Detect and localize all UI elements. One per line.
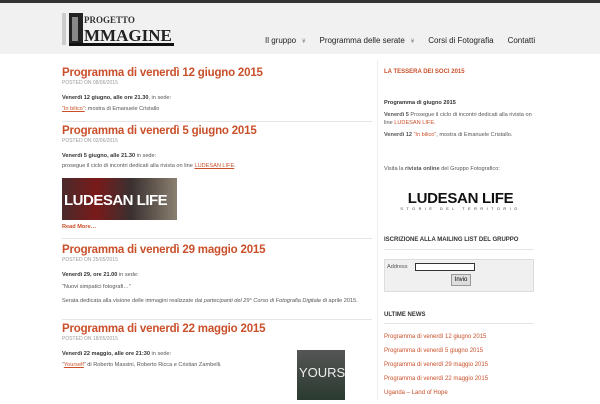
nav-il-gruppo[interactable]: Il gruppo ¥: [265, 36, 305, 45]
ludesan-life-image[interactable]: LUDESAN LIFE: [62, 178, 177, 220]
news-item[interactable]: Uganda – Land of Hope: [384, 390, 488, 404]
divider: [62, 121, 372, 122]
program-title: Programma di giugno 2015: [384, 100, 456, 106]
post: Programma di venerdì 29 maggio 2015 POST…: [62, 244, 372, 307]
nav-programma[interactable]: Programma delle serate ¥: [319, 36, 414, 45]
submit-button[interactable]: Invio: [451, 274, 471, 286]
post-text: Serata dedicata alla visione delle immag…: [62, 298, 358, 304]
post-text: Venerdì 5 giugno, alle 21.30 in sede:: [62, 153, 157, 159]
chevron-down-icon: ¥: [410, 39, 415, 45]
mailing-form: Address Invio: [384, 259, 534, 292]
post: Programma di venerdì 12 giugno 2015 POST…: [62, 67, 372, 113]
main-nav: Il gruppo ¥ Programma delle serate ¥ Corsi…: [265, 36, 549, 45]
nav-contatti[interactable]: Contatti: [508, 36, 536, 45]
header: PROGETTO MMAGINE Il gruppo ¥ Programma de…: [0, 3, 600, 54]
logo-text: LUDESAN LIFE: [407, 190, 514, 207]
post-link[interactable]: “In bilico”: [62, 106, 85, 112]
post-text: Venerdì 29, ore 21.00 in sede:: [62, 272, 139, 278]
widget-title-mailing: ISCRIZIONE ALLA MAILING LIST DEL GRUPPO: [384, 237, 519, 243]
site-logo[interactable]: PROGETTO MMAGINE: [62, 11, 174, 47]
nav-label: Programma delle serate: [319, 36, 405, 45]
post-title[interactable]: Programma di venerdì 12 giugno 2015: [62, 67, 372, 79]
news-list: Programma di venerdì 12 giugno 2015 Prog…: [384, 334, 488, 404]
ludesan-link[interactable]: LUDESAN LIFE.: [394, 120, 435, 126]
divider: [62, 319, 372, 320]
widget-title-tessera[interactable]: LA TESSERA DEI SOCI 2015: [384, 69, 537, 75]
post-link[interactable]: Yourself: [64, 362, 84, 368]
news-item[interactable]: Programma di venerdì 22 maggio 2015: [384, 376, 488, 390]
yourself-image[interactable]: YOURSELF: [297, 350, 345, 400]
program-item: Venerdì 5 Prosegue il ciclo di incontri …: [384, 112, 532, 126]
post-date: POSTED ON 18/05/2015: [62, 336, 118, 342]
post-text: “Nuovi simpatici fotografi…”: [62, 284, 131, 290]
post-text: Venerdì 12 giugno, alle ore 21.30, in se…: [62, 95, 172, 101]
svg-text:PROGETTO: PROGETTO: [84, 15, 135, 25]
news-item[interactable]: Programma di venerdì 5 giugno 2015: [384, 348, 488, 362]
news-item[interactable]: Programma di venerdì 12 giugno 2015: [384, 334, 488, 348]
news-item[interactable]: Programma di venerdì 29 maggio 2015: [384, 362, 488, 376]
address-label: Address: [387, 264, 408, 270]
divider: [384, 249, 534, 250]
widget-title-news: ULTIME NEWS: [384, 312, 426, 318]
divider: [62, 238, 372, 239]
sidebar: LA TESSERA DEI SOCI 2015 Programma di gi…: [377, 60, 537, 400]
divider: [384, 323, 534, 324]
post-date: POSTED ON 08/06/2015: [62, 80, 118, 86]
post-date: POSTED ON 25/05/2015: [62, 257, 118, 263]
nav-label: Il gruppo: [265, 36, 297, 45]
post-title[interactable]: Programma di venerdì 22 maggio 2015: [62, 323, 372, 335]
post: Programma di venerdì 5 giugno 2015 POSTE…: [62, 125, 372, 230]
post-title[interactable]: Programma di venerdì 5 giugno 2015: [62, 125, 372, 137]
chevron-down-icon: ¥: [302, 39, 306, 45]
logo-image: PROGETTO MMAGINE: [62, 13, 174, 46]
address-input[interactable]: [415, 263, 475, 271]
in-bilico-link[interactable]: “In bilico”: [414, 132, 437, 138]
post-text: “In bilico”: mostra di Emanuele Cristall…: [62, 106, 160, 112]
post-link[interactable]: LUDESAN LIFE: [194, 163, 234, 169]
post-text: prosegue il ciclo di incontri dedicati a…: [62, 163, 236, 169]
post-date: POSTED ON 02/06/2015: [62, 138, 118, 144]
ludesan-life-logo[interactable]: LUDESAN LIFE STORIE DEL TERRITORIO: [398, 190, 523, 211]
program-item: Venerdì 12 “In bilico”, mostra di Emanue…: [384, 132, 513, 138]
image-caption: LUDESAN LIFE: [64, 192, 168, 209]
visit-text: Visita la rivista online del Gruppo Foto…: [384, 166, 500, 172]
nav-corsi[interactable]: Corsi di Fotografia: [428, 36, 493, 45]
logo-subtext: STORIE DEL TERRITORIO: [400, 207, 521, 211]
svg-text:MMAGINE: MMAGINE: [84, 26, 172, 45]
read-more-link[interactable]: Read More…: [62, 224, 372, 230]
image-caption: YOURSELF: [299, 365, 345, 380]
post-title[interactable]: Programma di venerdì 29 maggio 2015: [62, 244, 372, 256]
